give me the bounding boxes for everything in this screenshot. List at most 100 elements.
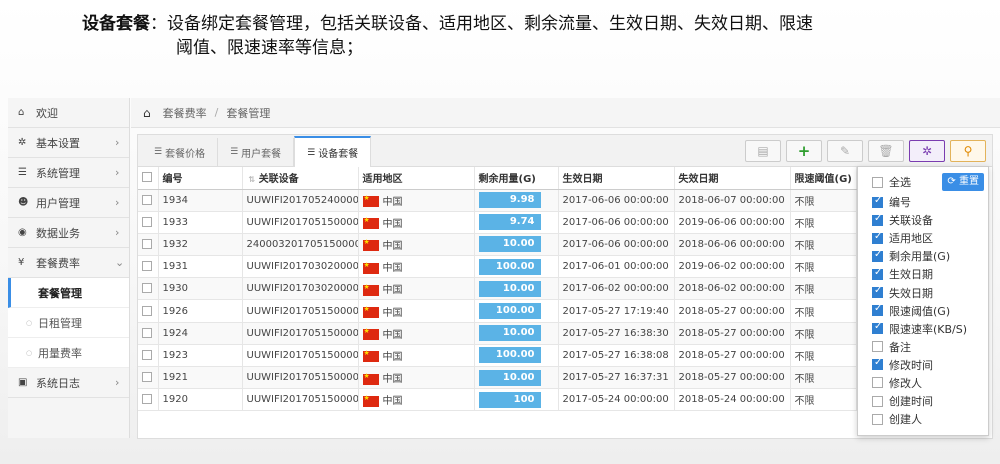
breadcrumb-item-rate[interactable]: 套餐费率 [163, 105, 207, 121]
table-row[interactable]: 19322400032017051500001...中国10.00 2017-06… [138, 233, 857, 257]
sidebar-subitem-label: 日租管理 [38, 316, 82, 330]
sidebar-subitem-1[interactable]: ○ 日租管理 [8, 308, 129, 338]
header-end-date[interactable]: 失效日期 [674, 167, 791, 190]
reset-button[interactable]: ⟳ 重置 [942, 173, 984, 191]
row-checkbox[interactable] [138, 277, 159, 301]
column-checkbox[interactable] [872, 413, 883, 425]
sort-icon[interactable]: ⇅ [249, 175, 256, 184]
sidebar-subitem-2[interactable]: ○ 用量费率 [8, 338, 129, 368]
cell-id: 1934 [158, 189, 243, 212]
sidebar-item-3[interactable]: ☻ 用户管理 › [8, 188, 129, 218]
column-option[interactable]: 适用地区 [858, 229, 988, 247]
column-option[interactable]: 剩余用量(G) [858, 247, 988, 265]
caption-text: 设备套餐：设备绑定套餐管理，包括关联设备、适用地区、剩余流量、生效日期、失效日期… [82, 12, 942, 60]
column-checkbox[interactable] [872, 341, 883, 353]
column-checkbox[interactable] [872, 395, 883, 407]
sidebar-item-1[interactable]: ✲ 基本设置 › [8, 128, 129, 158]
column-option[interactable]: 失效日期 [858, 283, 988, 301]
sidebar-item-label: 系统管理 [36, 166, 80, 180]
column-checkbox[interactable] [872, 249, 883, 262]
device-plan-table: 编号 ⇅ 关联设备 适用地区 剩余用量(G) 生效日期 失效日期 限速阈值(G)… [138, 167, 857, 412]
sidebar-item-4[interactable]: ◉ 数据业务 › [8, 218, 129, 248]
column-option[interactable]: 创建时间 [858, 392, 988, 410]
column-option[interactable]: 生效日期 [858, 265, 988, 283]
header-start-date[interactable]: 生效日期 [558, 167, 675, 190]
sidebar-item-2[interactable]: ☰ 系统管理 › [8, 158, 129, 188]
column-checkbox[interactable] [872, 213, 883, 226]
row-checkbox[interactable] [138, 189, 159, 212]
china-flag-icon [362, 216, 379, 230]
row-checkbox[interactable] [138, 211, 159, 234]
china-flag-icon [362, 394, 379, 407]
sidebar-item-0[interactable]: ⌂ 欢迎 [8, 98, 129, 128]
china-flag-icon [362, 194, 379, 208]
column-option[interactable]: 编号 [858, 193, 988, 211]
column-option-label: 备注 [889, 340, 911, 354]
yen-icon: ¥ [18, 257, 25, 268]
row-checkbox[interactable] [138, 233, 159, 257]
table-row[interactable]: 1926UUWIFI201705150000...中国100.00 2017-05… [138, 299, 857, 323]
header-device[interactable]: ⇅ 关联设备 [242, 167, 359, 190]
column-checkbox[interactable] [872, 267, 883, 280]
cell-end-date: 2018-05-27 00:00:00 [674, 344, 791, 368]
columns-toggle-button[interactable]: ▤ [745, 140, 781, 162]
add-button[interactable]: + [786, 140, 822, 162]
edit-button[interactable]: ✎ [827, 140, 863, 162]
column-option[interactable]: 修改时间 [858, 356, 988, 374]
column-checkbox[interactable] [872, 303, 883, 317]
row-checkbox[interactable] [138, 299, 159, 323]
search-button[interactable]: ⚲ [950, 140, 986, 162]
column-checkbox[interactable] [872, 195, 883, 208]
header-region[interactable]: 适用地区 [358, 167, 475, 190]
sidebar-item-label: 欢迎 [36, 106, 58, 120]
column-option[interactable]: 关联设备 [858, 211, 988, 229]
table-row[interactable]: 1923UUWIFI201705150000...中国100.00 2017-05… [138, 344, 857, 368]
home-icon[interactable]: ⌂ [143, 106, 151, 120]
sidebar: ⌂欢迎✲基本设置›☰系统管理›☻用户管理›◉数据业务›¥套餐费率⌄ ○套餐管理○… [8, 98, 130, 438]
select-all-checkbox[interactable] [872, 176, 883, 188]
row-checkbox[interactable] [138, 255, 159, 279]
column-option[interactable]: 限速速率(KB/S) [858, 320, 988, 338]
column-checkbox[interactable] [872, 377, 883, 389]
row-checkbox[interactable] [138, 344, 159, 368]
row-checkbox[interactable] [138, 366, 159, 390]
table-row[interactable]: 1934UUWIFI201705240000...中国9.98 2017-06-0… [138, 189, 857, 212]
sidebar-subitem-0[interactable]: ○套餐管理 [8, 278, 129, 308]
sidebar-item-5[interactable]: ¥ 套餐费率 ⌄ [8, 248, 129, 278]
column-option[interactable]: 创建人 [858, 410, 988, 428]
column-checkbox[interactable] [872, 321, 883, 335]
column-option[interactable]: 限速阈值(G) [858, 302, 988, 320]
header-speed-limit[interactable]: 限速阈值(G) [790, 167, 857, 190]
row-checkbox[interactable] [138, 388, 159, 412]
table-row[interactable]: 1921UUWIFI201705150000...中国10.00 2017-05-… [138, 366, 857, 390]
tab-1[interactable]: ☰ 用户套餐 [218, 138, 295, 166]
cell-remaining: 9.74 [474, 211, 559, 234]
table-row[interactable]: 1924UUWIFI201705150000...中国10.00 2017-05-… [138, 322, 857, 345]
sidebar-item-system-log[interactable]: ▣ 系统日志 › [8, 368, 129, 398]
remaining-bar: 10.00 [478, 369, 541, 386]
remaining-bar: 100.00 [478, 303, 541, 320]
cell-id: 1932 [158, 233, 243, 257]
header-remaining[interactable]: 剩余用量(G) [474, 167, 559, 190]
column-option[interactable]: 备注 [858, 338, 988, 356]
cell-region: 中国 [358, 211, 475, 234]
table-row[interactable]: 1933UUWIFI201705150000...中国9.74 2017-06-0… [138, 211, 857, 234]
column-checkbox[interactable] [872, 231, 883, 244]
select-all-row[interactable]: 全选 ⟳ 重置 [858, 171, 988, 193]
column-checkbox[interactable] [872, 357, 883, 371]
table-row[interactable]: 1931UUWIFI201703020000...中国100.00 2017-06… [138, 255, 857, 279]
cell-id: 1933 [158, 211, 243, 234]
delete-button[interactable]: 🗑 [868, 140, 904, 162]
column-checkbox[interactable] [872, 285, 883, 299]
header-id[interactable]: 编号 [158, 167, 243, 190]
column-option-label: 编号 [889, 196, 911, 210]
select-all-checkbox[interactable] [138, 167, 159, 190]
home-icon: ⌂ [18, 107, 25, 118]
tab-0[interactable]: ☰ 套餐价格 [142, 138, 219, 166]
column-option[interactable]: 修改人 [858, 374, 988, 392]
settings-button[interactable]: ✲ [909, 140, 945, 162]
row-checkbox[interactable] [138, 322, 159, 345]
tab-2[interactable]: ☰ 设备套餐 [294, 136, 372, 167]
table-row[interactable]: 1920UUWIFI201705150000...中国100 2017-05-24… [138, 388, 857, 412]
table-row[interactable]: 1930UUWIFI201703020000...中国10.00 2017-06-… [138, 277, 857, 301]
